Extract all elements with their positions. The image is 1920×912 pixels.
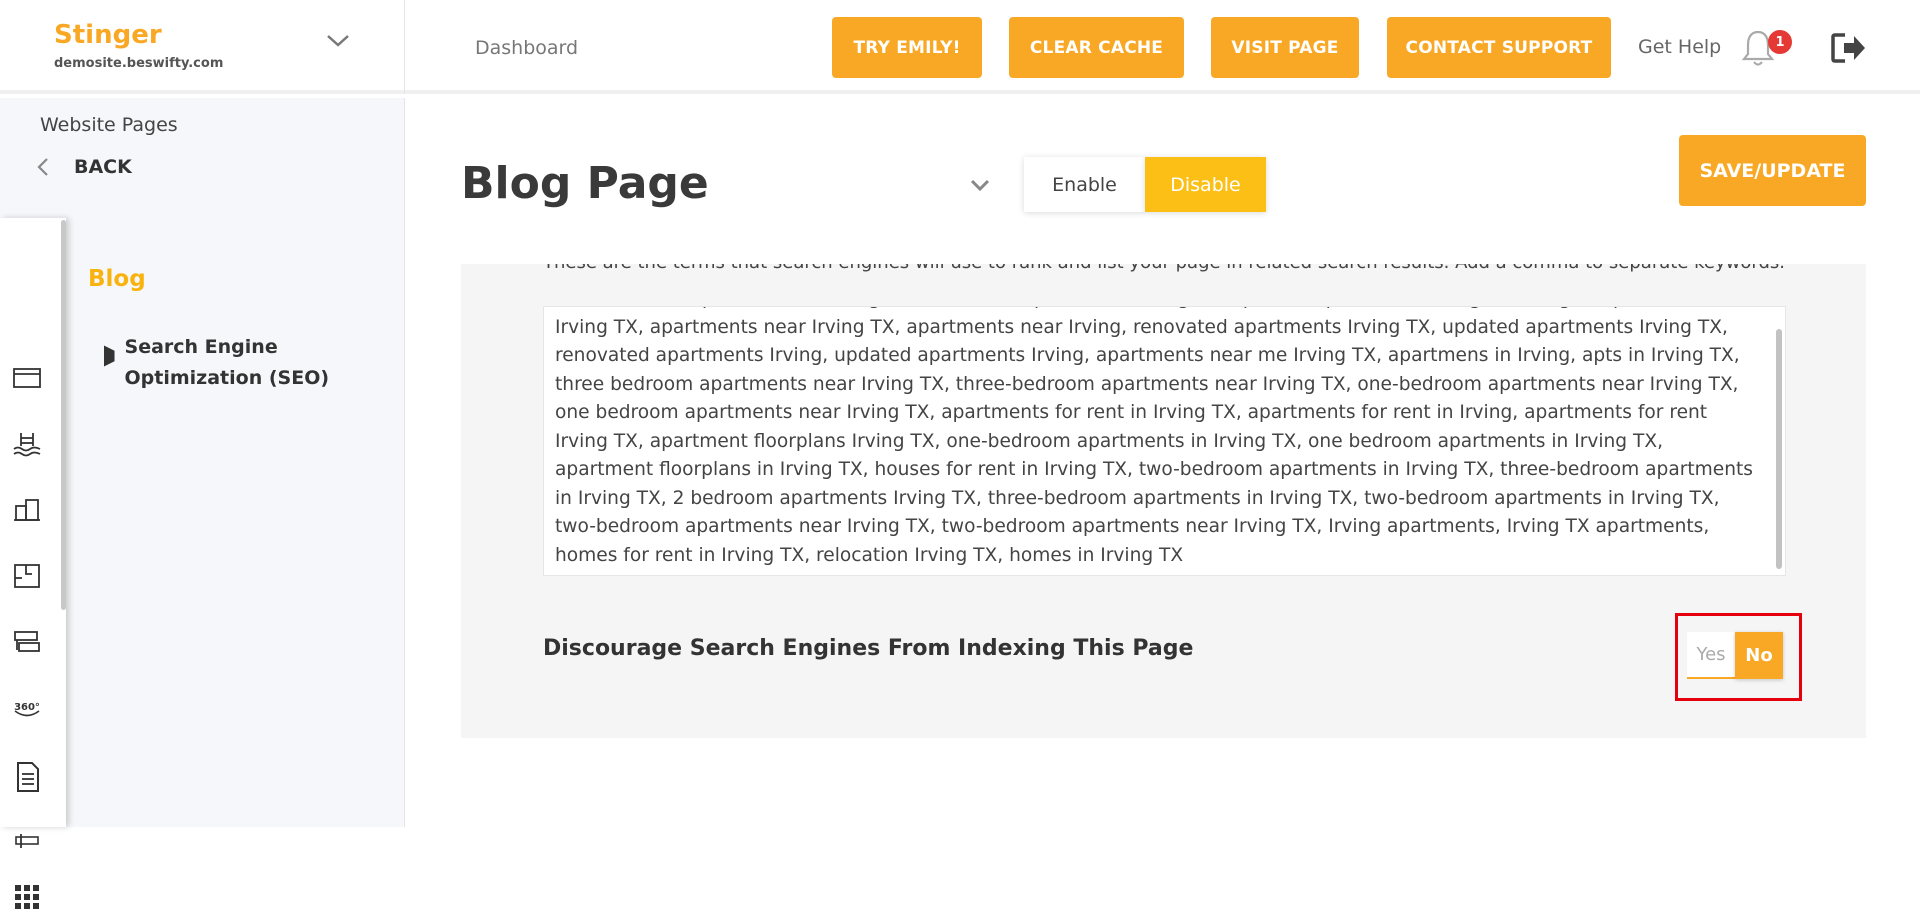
discourage-yes-option[interactable]: Yes: [1687, 632, 1735, 679]
pool-icon[interactable]: [12, 430, 42, 458]
brand-block: Stinger demosite.beswifty.com: [0, 0, 405, 94]
view-360-icon[interactable]: 360°: [12, 694, 42, 722]
sidebar-item-seo[interactable]: Search Engine Optimization (SEO): [104, 332, 364, 394]
sidebar: Website Pages BACK 360° Blog Search Engi…: [0, 98, 405, 909]
svg-text:360°: 360°: [14, 702, 40, 713]
save-update-button[interactable]: SAVE/UPDATE: [1679, 135, 1866, 206]
floorplan-icon[interactable]: [12, 562, 42, 590]
brand-name: Stinger: [54, 20, 162, 50]
keywords-help-text: These are the terms that search engines …: [543, 264, 1785, 273]
keywords-scrollbar[interactable]: [1776, 329, 1782, 569]
discourage-no-option[interactable]: No: [1735, 632, 1783, 679]
buildings-icon[interactable]: [12, 496, 42, 524]
notification-badge: 1: [1768, 30, 1792, 54]
page-title: Blog Page: [461, 158, 709, 209]
get-help-link[interactable]: Get Help: [1638, 36, 1721, 58]
keywords-value: new luxurious apartments in Irving TX, r…: [555, 307, 1753, 566]
logout-icon[interactable]: [1830, 31, 1868, 65]
chevron-left-icon: [37, 158, 48, 176]
seo-panel: These are the terms that search engines …: [461, 264, 1866, 738]
contact-support-button[interactable]: CONTACT SUPPORT: [1387, 17, 1611, 78]
clear-cache-button[interactable]: CLEAR CACHE: [1009, 17, 1184, 78]
sidebar-current-page: Blog: [88, 266, 146, 292]
enable-toggle-option[interactable]: Enable: [1024, 157, 1145, 212]
chevron-down-icon[interactable]: [323, 26, 353, 56]
back-label: BACK: [74, 156, 132, 178]
keywords-textarea[interactable]: new luxurious apartments in Irving TX, r…: [543, 306, 1786, 576]
icon-rail-scrollbar[interactable]: [61, 220, 66, 610]
disable-toggle-option[interactable]: Disable: [1145, 157, 1266, 212]
active-marker-icon: [104, 345, 115, 367]
browser-window-icon[interactable]: [12, 364, 42, 392]
try-emily-button[interactable]: TRY EMILY!: [832, 17, 982, 78]
back-link[interactable]: BACK: [36, 156, 132, 178]
cards-icon[interactable]: [12, 628, 42, 656]
sidebar-section-title: Website Pages: [40, 114, 178, 136]
chevron-down-icon[interactable]: [968, 174, 992, 196]
icon-rail: 360°: [0, 218, 66, 909]
nav-dashboard-link[interactable]: Dashboard: [475, 37, 578, 59]
brand-domain: demosite.beswifty.com: [54, 56, 224, 71]
sidebar-item-seo-label: Search Engine Optimization (SEO): [124, 336, 330, 389]
top-header: Stinger demosite.beswifty.com Dashboard …: [0, 0, 1920, 94]
document-icon[interactable]: [12, 760, 42, 794]
visit-page-button[interactable]: VISIT PAGE: [1211, 17, 1359, 78]
grid-icon[interactable]: [12, 882, 42, 912]
discourage-indexing-label: Discourage Search Engines From Indexing …: [543, 636, 1194, 661]
sign-icon[interactable]: [12, 826, 42, 854]
